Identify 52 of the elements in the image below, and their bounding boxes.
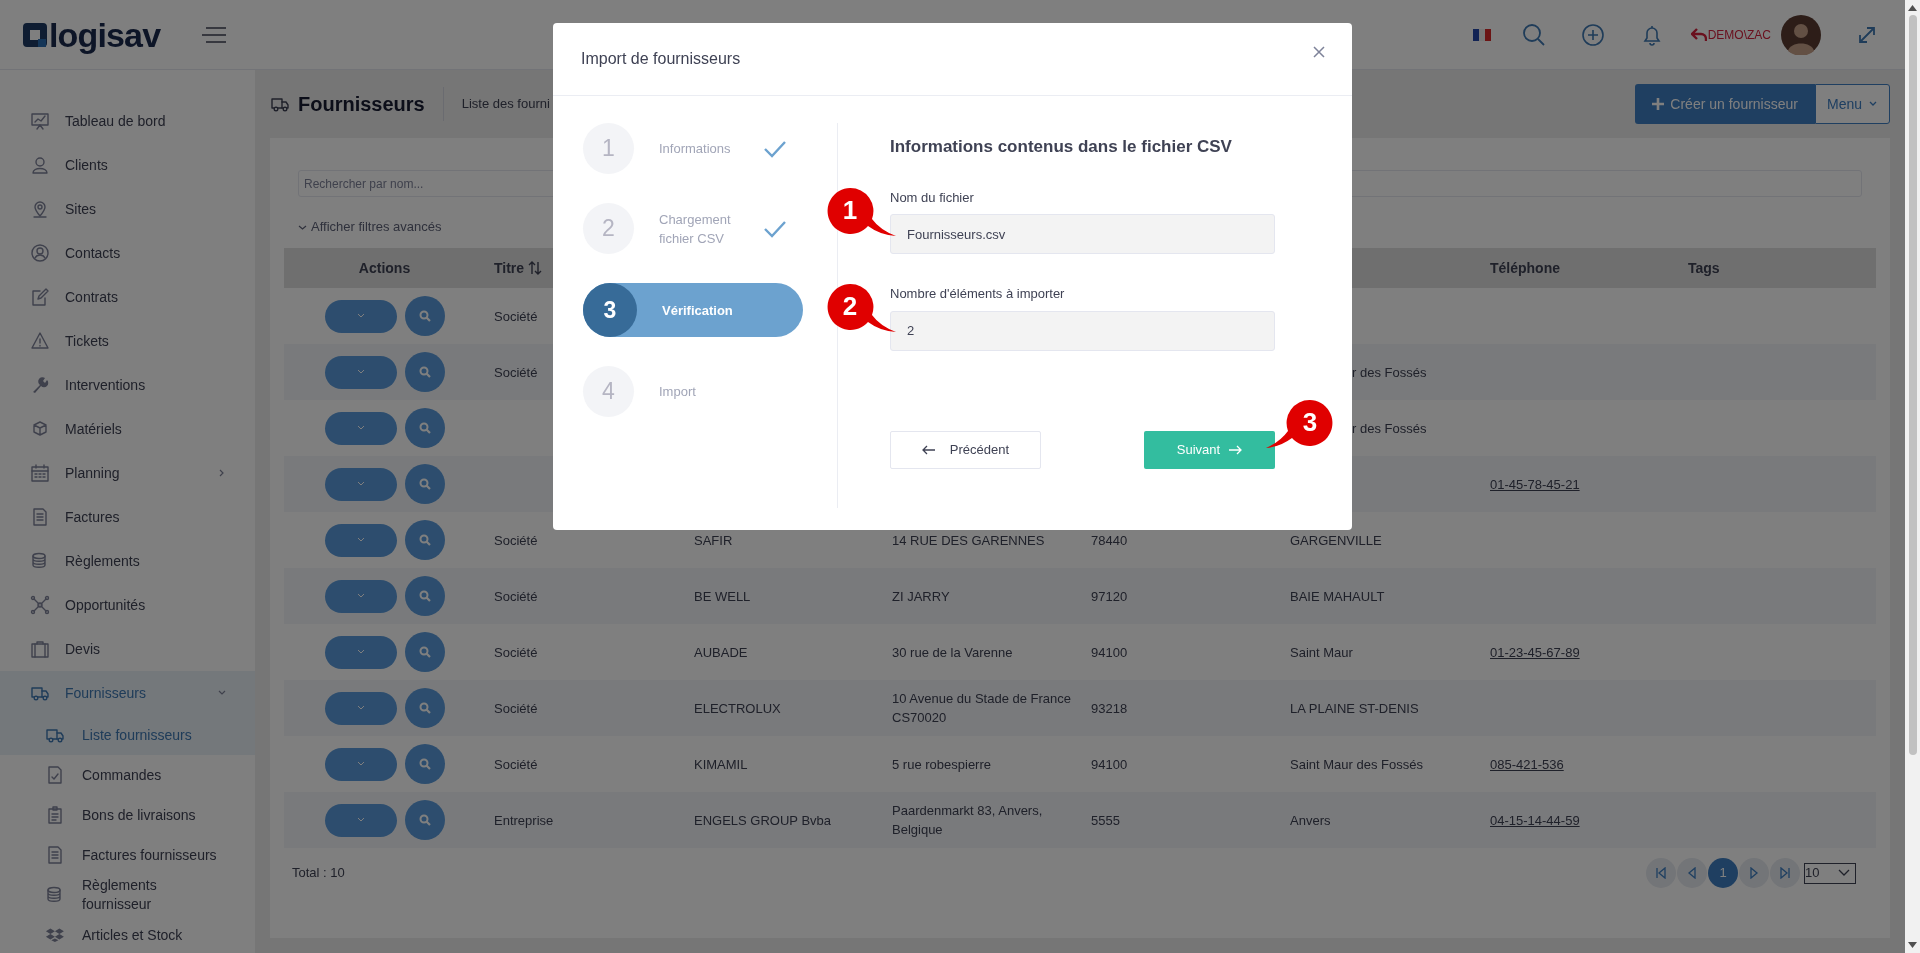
- field-label: Nombre d'éléments à importer: [890, 285, 1066, 303]
- table-cell: 5 rue robespierre: [892, 756, 991, 772]
- table-cell: KIMAMIL: [694, 756, 748, 772]
- table-cell: Saint Maur: [1290, 644, 1353, 660]
- table-cell: AUBADE: [694, 644, 748, 660]
- table-cell: 5555: [1091, 812, 1120, 828]
- dialog-title: Import de fournisseurs: [581, 49, 742, 69]
- table-cell: BAIE MAHAULT: [1290, 588, 1385, 604]
- table-cell: r des Fossés: [1352, 364, 1427, 380]
- page-title: Fournisseurs: [298, 92, 425, 117]
- table-cell: GARGENVILLE: [1290, 532, 1382, 548]
- table-cell: r des Fossés: [1352, 420, 1427, 436]
- callout-number: 3: [1301, 406, 1319, 439]
- table-cell: Société: [494, 756, 538, 772]
- step-number: 2: [583, 203, 634, 254]
- table-cell: 14 RUE DES GARENNES: [892, 532, 1045, 548]
- logo-text: logisav: [49, 17, 161, 52]
- table-cell: 97120: [1091, 588, 1128, 604]
- table-cell: 93218: [1091, 700, 1128, 716]
- table-cell: Société: [494, 700, 538, 716]
- table-cell: ENGELS GROUP Bvba: [694, 812, 832, 828]
- step-number: 1: [583, 123, 634, 174]
- table-cell: 10 Avenue du Stade de France CS70020: [892, 691, 1071, 725]
- table-cell: SAFIR: [694, 532, 733, 548]
- table-cell: 30 rue de la Varenne: [892, 644, 1013, 660]
- table-cell: BE WELL: [694, 588, 751, 604]
- table-cell: Société: [494, 308, 538, 324]
- step-label: Import: [659, 383, 697, 401]
- table-cell: Anvers: [1290, 812, 1331, 828]
- table-cell: LA PLAINE ST-DENIS: [1290, 700, 1419, 716]
- table-cell: Société: [494, 364, 538, 380]
- table-cell: ELECTROLUX: [694, 700, 781, 716]
- table-cell: 94100: [1091, 756, 1128, 772]
- table-cell: Saint Maur des Fossés: [1290, 756, 1423, 772]
- total-count: Total : 10: [292, 864, 346, 883]
- callout-number: 1: [841, 194, 859, 227]
- step-number: 4: [583, 366, 634, 417]
- step-label: Chargement fichier CSV: [659, 210, 732, 248]
- callout-number: 2: [841, 290, 859, 323]
- table-cell: Société: [494, 588, 538, 604]
- step-label: Informations: [659, 140, 732, 158]
- table-cell: 94100: [1091, 644, 1128, 660]
- step-label: Vérification: [662, 301, 734, 320]
- table-cell: Société: [494, 532, 538, 548]
- table-cell: 78440: [1091, 532, 1128, 548]
- table-cell: ZI JARRY: [892, 588, 950, 604]
- section-heading: Informations contenus dans le fichier CSV: [890, 136, 1233, 158]
- field-label: Nom du fichier: [890, 188, 975, 207]
- table-cell: Entreprise: [494, 812, 554, 828]
- table-cell: Paardenmarkt 83, Anvers, Belgique: [892, 803, 1043, 837]
- table-cell: Société: [494, 644, 538, 660]
- step-number: 3: [583, 283, 637, 337]
